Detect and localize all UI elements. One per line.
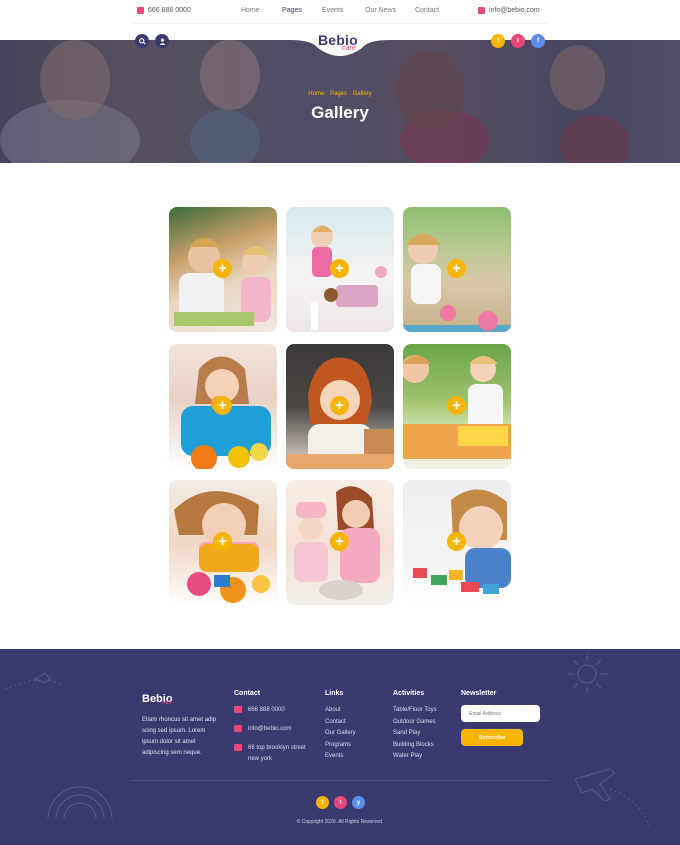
- nav-our-news[interactable]: Our News: [365, 7, 396, 14]
- facebook-button[interactable]: f: [491, 34, 505, 48]
- bird-doodle: [4, 672, 61, 690]
- zoom-plus-icon[interactable]: +: [330, 532, 349, 551]
- breadcrumb: Home Pages Gallery: [0, 91, 680, 97]
- nav-pages[interactable]: Pages: [282, 7, 302, 14]
- gallery-item[interactable]: +: [286, 207, 394, 332]
- site-logo[interactable]: Bebio care: [318, 32, 358, 52]
- footer-contact: Contact 666 888 0000 info@bebio.com 66 t…: [234, 690, 308, 773]
- nav-events[interactable]: Events: [322, 7, 343, 14]
- footer-activity-item[interactable]: Outdoor Games: [393, 717, 437, 729]
- rainbow-doodle: [47, 786, 113, 820]
- footer-logo-tagline: care: [162, 700, 172, 706]
- social-button[interactable]: f: [531, 34, 545, 48]
- gallery-item[interactable]: +: [403, 480, 511, 605]
- subscribe-button[interactable]: Subscribe: [461, 729, 523, 746]
- footer-logo[interactable]: Bebio care: [142, 689, 173, 707]
- phone-icon: [137, 7, 144, 14]
- site-footer: Bebio care Etiam rhoncus sit amet adip s…: [0, 649, 680, 845]
- facebook-icon: f: [537, 38, 539, 44]
- footer-link-contact[interactable]: Contact: [325, 717, 356, 729]
- footer-link-programs[interactable]: Programs: [325, 740, 356, 752]
- header-phone-text: 666 888 0000: [148, 7, 191, 14]
- mail-icon: [234, 725, 242, 732]
- page-title: Gallery: [311, 103, 369, 122]
- youtube-icon: y: [356, 799, 361, 806]
- footer-newsletter-title: Newsletter: [461, 690, 497, 697]
- search-button[interactable]: [135, 34, 149, 48]
- gallery-item[interactable]: +: [169, 207, 277, 332]
- footer-link-about[interactable]: About: [325, 705, 356, 717]
- gallery-grid: + + + + + + + + +: [169, 207, 511, 605]
- footer-activities-title: Activities: [393, 690, 425, 697]
- header-phone[interactable]: 666 888 0000: [137, 7, 191, 14]
- zoom-plus-icon[interactable]: +: [213, 532, 232, 551]
- zoom-plus-icon[interactable]: +: [330, 259, 349, 278]
- footer-activities: Activities Table/Floor Toys Outdoor Game…: [393, 690, 437, 763]
- footer-newsletter: Newsletter Subscribe: [461, 690, 540, 746]
- building-icon: [234, 744, 242, 751]
- footer-contact-title: Contact: [234, 690, 261, 697]
- search-icon: [138, 37, 146, 45]
- logo-tagline: care: [342, 45, 356, 52]
- footer-youtube-button[interactable]: y: [352, 796, 365, 809]
- gallery-item[interactable]: +: [169, 480, 277, 605]
- gallery-item[interactable]: +: [286, 344, 394, 469]
- zoom-plus-icon[interactable]: +: [330, 396, 349, 415]
- sun-doodle: [567, 654, 607, 694]
- footer-link-gallery[interactable]: Our Gallery: [325, 728, 356, 740]
- divider: [131, 23, 549, 24]
- twitter-icon: t: [339, 799, 342, 806]
- footer-activity-item[interactable]: Table/Floor Toys: [393, 705, 437, 717]
- plane-doodle: [574, 768, 651, 830]
- footer-about-text: Etiam rhoncus sit amet adip scing sed ip…: [142, 717, 217, 756]
- top-bar: 666 888 0000 Home Pages Events Our News …: [0, 0, 680, 24]
- twitter-icon: t: [517, 38, 519, 44]
- footer-activity-item[interactable]: Building Blocks: [393, 740, 437, 752]
- footer-links-title: Links: [325, 690, 344, 697]
- facebook-icon: f: [497, 38, 499, 44]
- footer-link-events[interactable]: Events: [325, 751, 356, 763]
- breadcrumb-current: Gallery: [352, 91, 372, 97]
- zoom-plus-icon[interactable]: +: [447, 532, 466, 551]
- header-email[interactable]: info@bebio.com: [478, 7, 540, 14]
- footer-email[interactable]: info@bebio.com: [248, 724, 291, 735]
- nav-home[interactable]: Home: [241, 7, 260, 14]
- gallery-item[interactable]: +: [403, 344, 511, 469]
- zoom-plus-icon[interactable]: +: [213, 396, 232, 415]
- breadcrumb-home[interactable]: Home: [308, 91, 324, 97]
- footer-divider: [130, 780, 550, 781]
- phone-icon: [234, 706, 242, 713]
- zoom-plus-icon[interactable]: +: [447, 396, 466, 415]
- footer-links: Links About Contact Our Gallery Programs…: [325, 690, 356, 763]
- zoom-plus-icon[interactable]: +: [213, 259, 232, 278]
- gallery-item[interactable]: +: [169, 344, 277, 469]
- breadcrumb-pages[interactable]: Pages: [330, 91, 347, 97]
- header-email-text: info@bebio.com: [489, 7, 540, 14]
- footer-address: 66 top brooklyn street new york: [248, 745, 306, 762]
- account-button[interactable]: [155, 34, 169, 48]
- footer-twitter-button[interactable]: t: [334, 796, 347, 809]
- footer-phone[interactable]: 666 888 0000: [248, 705, 285, 716]
- gallery-item[interactable]: +: [286, 480, 394, 605]
- footer-activity-item[interactable]: Water Play: [393, 751, 437, 763]
- zoom-plus-icon[interactable]: +: [447, 259, 466, 278]
- user-icon: [159, 38, 165, 45]
- footer-activity-item[interactable]: Sand Play: [393, 728, 437, 740]
- facebook-icon: f: [321, 799, 324, 806]
- twitter-button[interactable]: t: [511, 34, 525, 48]
- mail-icon: [478, 7, 485, 14]
- nav-contact[interactable]: Contact: [415, 7, 439, 14]
- footer-facebook-button[interactable]: f: [316, 796, 329, 809]
- newsletter-email-input[interactable]: [461, 705, 540, 722]
- gallery-item[interactable]: +: [403, 207, 511, 332]
- copyright-text: © Copyright 2020. All Rights Reserved.: [296, 819, 384, 825]
